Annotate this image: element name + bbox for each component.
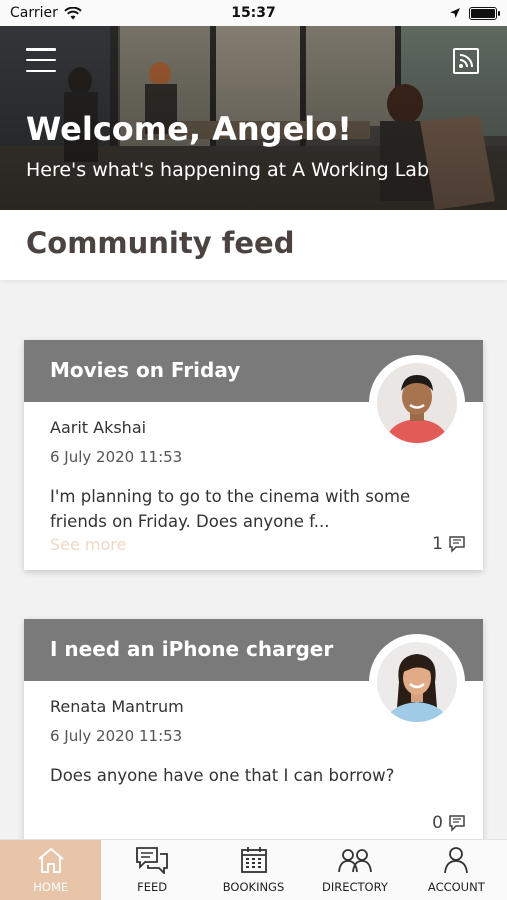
tab-label: FEED	[137, 880, 168, 894]
tab-label: DIRECTORY	[321, 880, 388, 894]
calendar-icon	[240, 847, 267, 873]
comment-icon	[449, 536, 465, 553]
comment-count: 0	[432, 813, 443, 833]
status-bar: Carrier 15:37	[0, 0, 507, 26]
tab-account[interactable]: ACCOUNT	[406, 840, 507, 900]
post-author[interactable]: Renata Mantrum	[50, 697, 457, 719]
people-icon	[338, 849, 372, 873]
welcome-subtitle: Here's what's happening at A Working Lab	[26, 159, 430, 181]
post-card[interactable]: Movies on Friday Aarit Akshai 6 July 202…	[24, 340, 483, 570]
battery-icon	[469, 6, 500, 20]
tab-label: BOOKINGS	[222, 880, 285, 894]
post-date: 6 July 2020 11:53	[50, 448, 183, 466]
tab-label: HOME	[33, 880, 69, 894]
person-icon	[444, 847, 469, 874]
post-card[interactable]: I need an iPhone charger Renata Mantrum …	[24, 619, 483, 859]
tab-directory[interactable]: DIRECTORY	[304, 840, 405, 900]
page-title: Community feed	[26, 226, 295, 260]
comment-icon	[449, 815, 465, 832]
post-text: Does anyone have one that I can borrow?	[50, 766, 395, 785]
menu-icon[interactable]	[26, 48, 56, 72]
wifi-icon	[64, 6, 82, 19]
welcome-title: Welcome, Angelo!	[26, 110, 352, 148]
comment-count: 1	[432, 534, 443, 554]
post-title: Movies on Friday	[50, 358, 241, 382]
post-text: I'm planning to go to the cinema with so…	[50, 487, 411, 531]
comment-count-button[interactable]: 1	[432, 534, 467, 554]
carrier-label: Carrier	[10, 5, 58, 21]
comment-count-button[interactable]: 0	[432, 813, 467, 833]
home-icon	[38, 848, 64, 873]
tab-bar: HOME FEED BOOKINGS DIRECTORY ACCOUNT	[0, 839, 507, 900]
location-arrow-icon	[450, 8, 460, 18]
rss-feed-icon[interactable]	[453, 48, 479, 74]
post-title: I need an iPhone charger	[50, 637, 334, 661]
hero-banner: Welcome, Angelo! Here's what's happening…	[0, 26, 507, 210]
post-author[interactable]: Aarit Akshai	[50, 418, 457, 440]
tab-label: ACCOUNT	[427, 880, 485, 894]
chat-icon	[136, 847, 169, 874]
tab-bookings[interactable]: BOOKINGS	[203, 840, 304, 900]
section-header: Community feed	[0, 210, 507, 280]
tab-home[interactable]: HOME	[0, 840, 102, 900]
tab-feed[interactable]: FEED	[101, 840, 202, 900]
post-date: 6 July 2020 11:53	[50, 727, 183, 745]
see-more-link[interactable]: See more	[50, 535, 126, 554]
